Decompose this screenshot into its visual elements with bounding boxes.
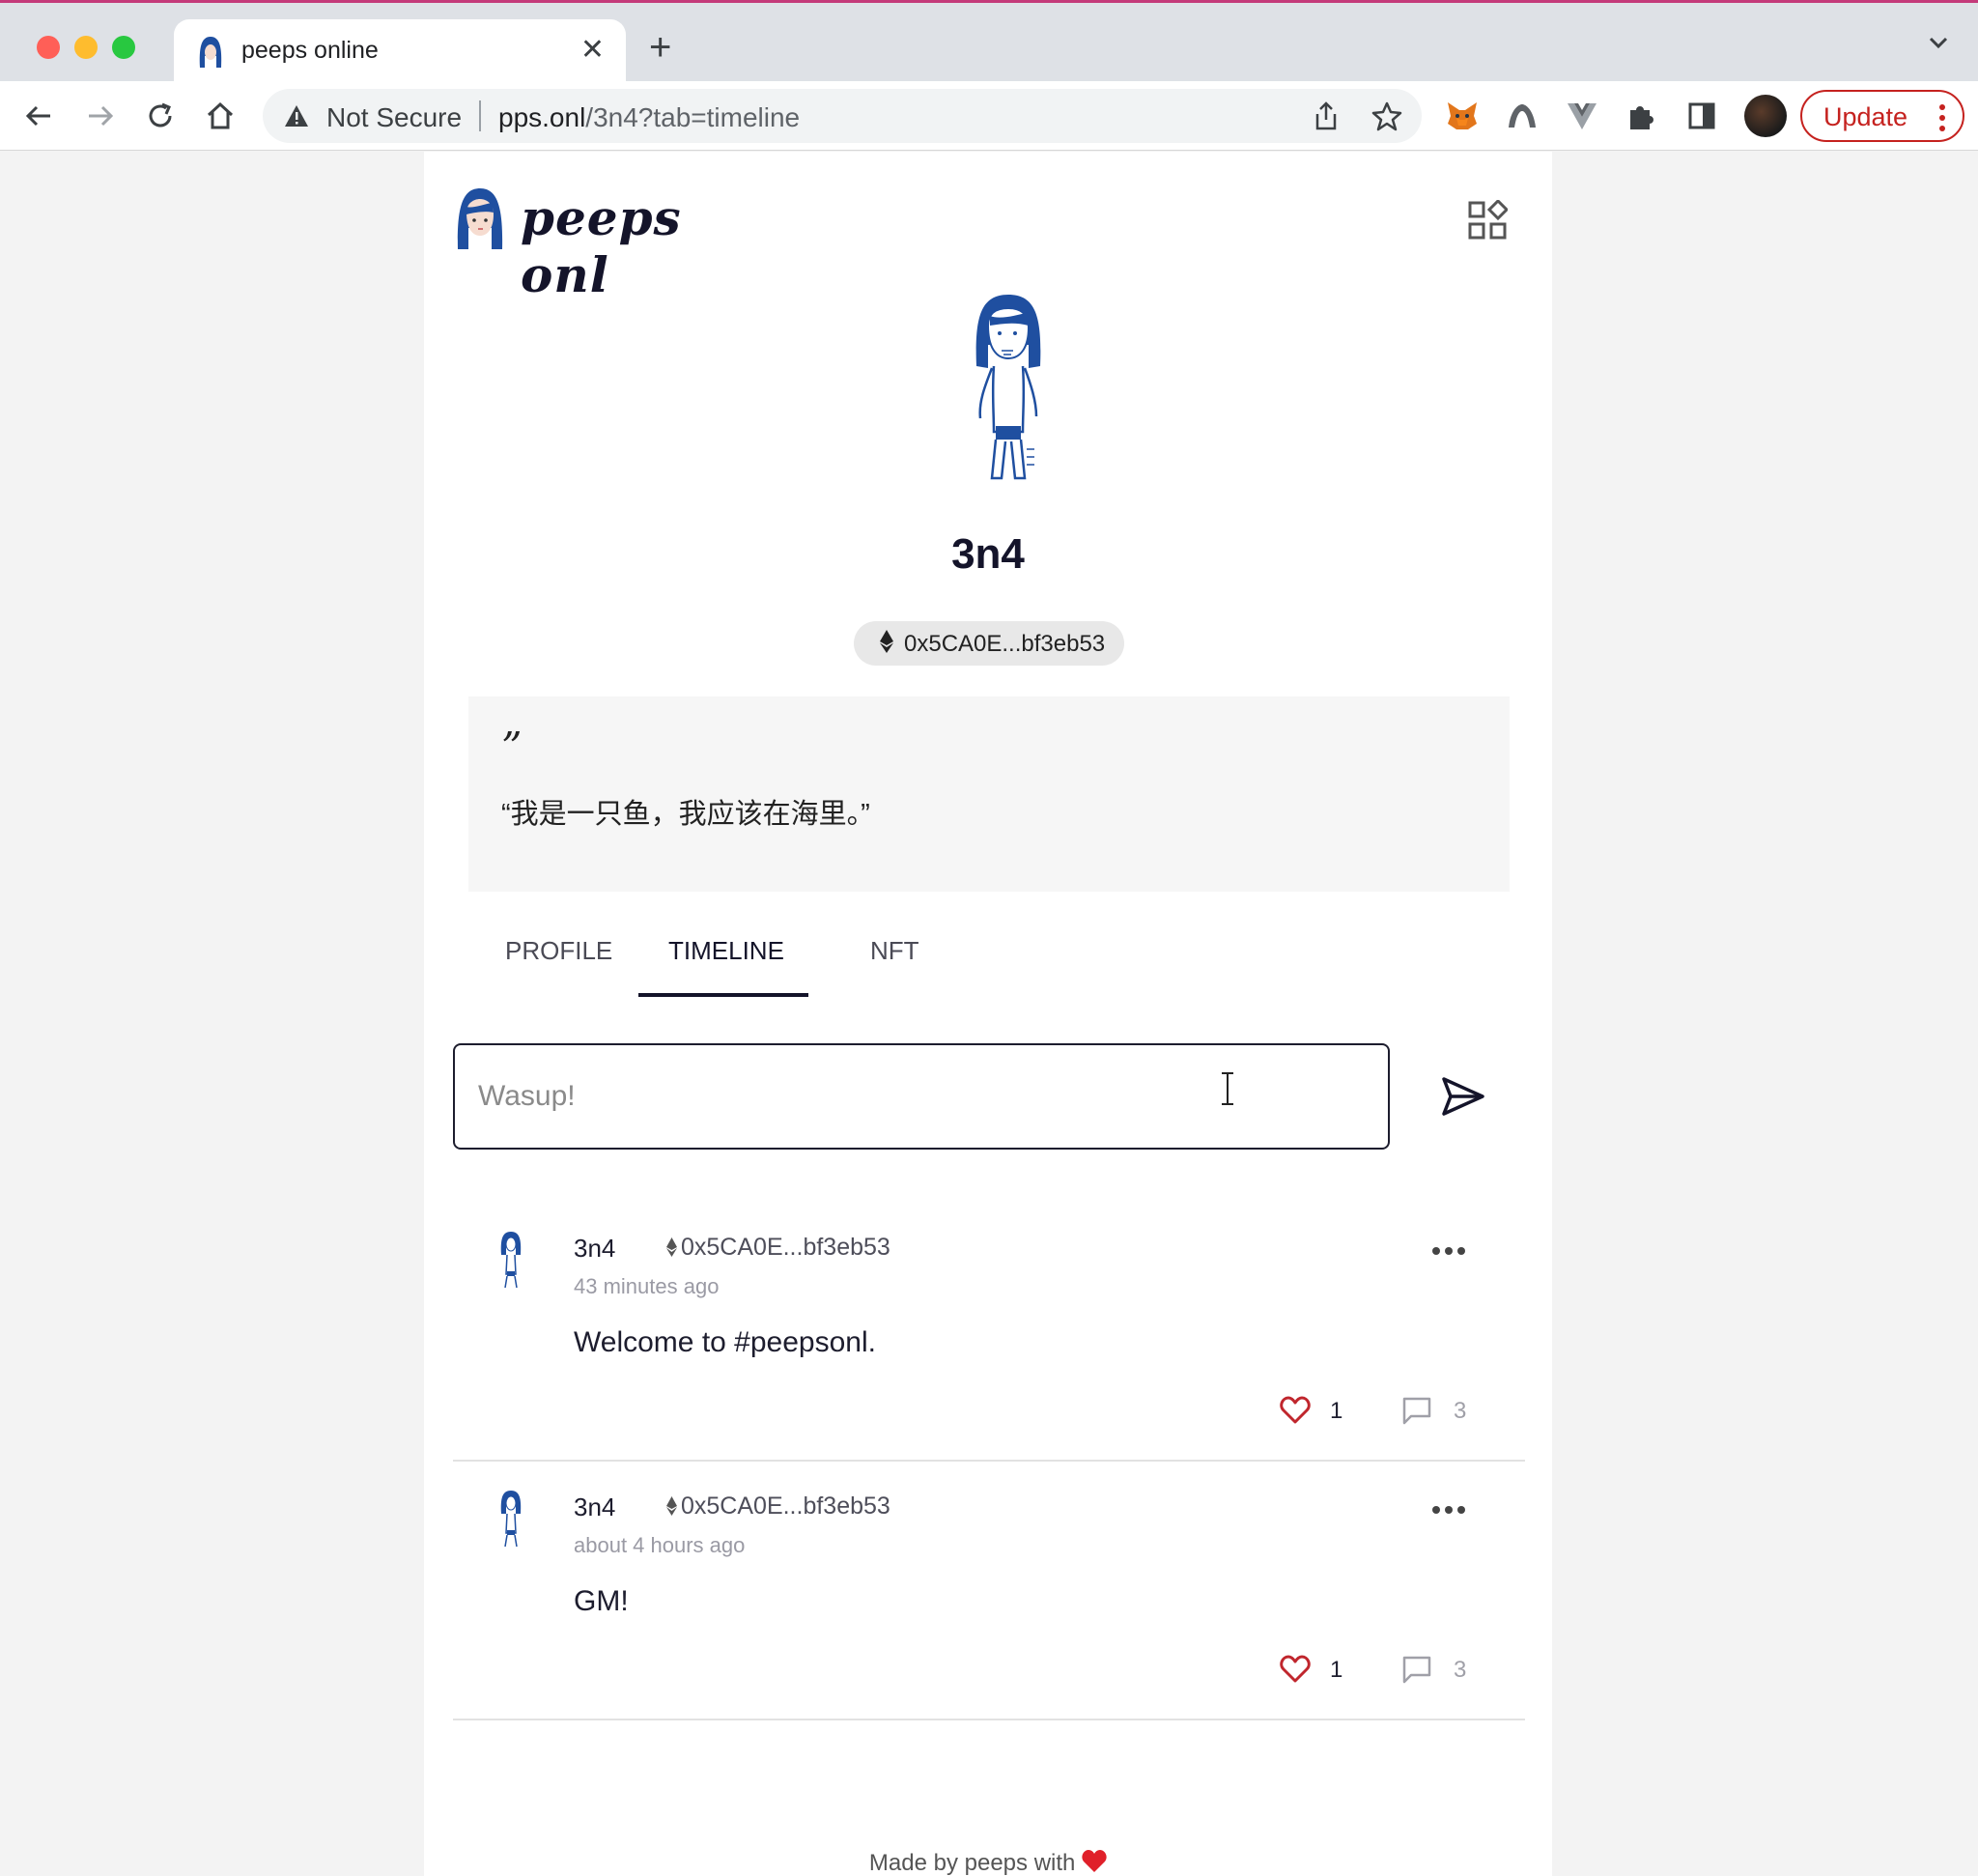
- ethereum-icon: [666, 1237, 677, 1257]
- heart-icon[interactable]: [1280, 1655, 1311, 1684]
- post-body-text: GM!: [574, 1585, 629, 1617]
- address-separator: [479, 100, 481, 131]
- timeline-post[interactable]: 3n4 0x5CA0E...bf3eb53 43 minutes ago Wel…: [453, 1203, 1525, 1462]
- comment-count: 3: [1454, 1657, 1467, 1683]
- browser-toolbar: Not Secure pps.onl/3n4?tab=timeline Upda…: [0, 81, 1978, 151]
- post-author-avatar[interactable]: [497, 1489, 524, 1549]
- tab-timeline[interactable]: TIMELINE: [668, 936, 784, 966]
- like-count: 1: [1330, 1398, 1343, 1424]
- tab-title: peeps online: [241, 37, 379, 64]
- window-minimize-button[interactable]: [74, 36, 98, 59]
- ethereum-icon: [666, 1496, 677, 1516]
- post-author-avatar[interactable]: [497, 1230, 524, 1290]
- profile-avatar-illustration: [975, 295, 1041, 480]
- extensions-puzzle-icon[interactable]: [1625, 99, 1659, 133]
- post-composer: [453, 1043, 1390, 1150]
- window-maximize-button[interactable]: [112, 36, 135, 59]
- post-timestamp: about 4 hours ago: [574, 1533, 746, 1557]
- more-vertical-icon[interactable]: [1939, 103, 1945, 132]
- send-icon[interactable]: [1441, 1076, 1485, 1117]
- red-heart-icon: [1082, 1850, 1107, 1872]
- browser-profile-avatar[interactable]: [1744, 95, 1787, 137]
- window-close-button[interactable]: [37, 36, 60, 59]
- peeps-favicon-icon: [199, 37, 222, 68]
- comment-count: 3: [1454, 1398, 1467, 1424]
- back-arrow-icon[interactable]: [21, 99, 56, 133]
- site-logo-text: peeps onl: [521, 189, 682, 303]
- post-author-address[interactable]: 0x5CA0E...bf3eb53: [681, 1234, 890, 1262]
- wallet-address-text: 0x5CA0E...bf3eb53: [904, 631, 1106, 657]
- page-footer: Made by peeps with: [424, 1850, 1552, 1876]
- ethereum-icon: [880, 630, 893, 653]
- peeps-logo-icon: [457, 188, 503, 249]
- profile-bio-text: “我是一只鱼，我应该在海里。”: [501, 799, 870, 830]
- comment-icon[interactable]: [1401, 1655, 1432, 1684]
- address-bar[interactable]: Not Secure pps.onl/3n4?tab=timeline: [263, 89, 1422, 143]
- forward-arrow-icon[interactable]: [83, 99, 118, 133]
- home-icon[interactable]: [203, 99, 238, 133]
- quote-mark-icon: ”: [501, 724, 523, 771]
- tab-close-icon[interactable]: ✕: [580, 33, 605, 67]
- footer-text: Made by peeps with: [868, 1850, 1076, 1876]
- side-panel-icon[interactable]: [1684, 99, 1719, 133]
- text-cursor-icon: [1222, 1072, 1233, 1105]
- post-timestamp: 43 minutes ago: [574, 1274, 720, 1298]
- wallet-address-chip[interactable]: 0x5CA0E...bf3eb53: [854, 621, 1124, 666]
- tab-nft[interactable]: NFT: [870, 936, 919, 966]
- site-logo[interactable]: peeps onl: [453, 185, 743, 303]
- url-host: pps.onl: [498, 102, 586, 132]
- like-count: 1: [1330, 1657, 1343, 1683]
- tab-profile[interactable]: PROFILE: [505, 936, 612, 966]
- browser-tab-strip: peeps online ✕ +: [0, 0, 1978, 84]
- warning-triangle-icon[interactable]: [284, 103, 309, 128]
- browser-tab-active[interactable]: peeps online ✕: [174, 19, 626, 84]
- post-author-address[interactable]: 0x5CA0E...bf3eb53: [681, 1492, 890, 1521]
- active-tab-indicator: [638, 993, 808, 997]
- url-text[interactable]: pps.onl/3n4?tab=timeline: [498, 102, 800, 133]
- post-body-text: Welcome to #peepsonl.: [574, 1326, 876, 1358]
- more-horizontal-icon[interactable]: [1431, 1246, 1466, 1256]
- qr-grid-icon[interactable]: [1467, 200, 1508, 241]
- vue-devtools-icon[interactable]: [1565, 99, 1599, 133]
- comment-icon[interactable]: [1401, 1396, 1432, 1425]
- arc-extension-icon[interactable]: [1505, 99, 1540, 133]
- heart-icon[interactable]: [1280, 1396, 1311, 1425]
- metamask-fox-icon[interactable]: [1445, 99, 1480, 133]
- post-author-name[interactable]: 3n4: [574, 1234, 615, 1264]
- update-button[interactable]: Update: [1800, 90, 1964, 142]
- post-author-name[interactable]: 3n4: [574, 1492, 615, 1522]
- update-button-label: Update: [1823, 102, 1908, 131]
- timeline-post[interactable]: 3n4 0x5CA0E...bf3eb53 about 4 hours ago …: [453, 1462, 1525, 1720]
- reload-icon[interactable]: [143, 99, 178, 133]
- not-secure-label[interactable]: Not Secure: [326, 102, 462, 133]
- bookmark-star-icon[interactable]: [1371, 100, 1402, 131]
- profile-username: 3n4: [951, 530, 1025, 578]
- share-icon[interactable]: [1312, 100, 1341, 131]
- profile-bio-card: ” “我是一只鱼，我应该在海里。”: [468, 696, 1510, 892]
- url-path: /3n4?tab=timeline: [585, 102, 801, 132]
- page-content: peeps onl 3n4 0x5CA0E...bf3eb53 ” “我是一只鱼…: [424, 152, 1552, 1876]
- more-horizontal-icon[interactable]: [1431, 1505, 1466, 1515]
- tab-search-chevron-icon[interactable]: [1924, 28, 1953, 57]
- new-tab-icon[interactable]: +: [649, 26, 671, 70]
- post-input[interactable]: [478, 1072, 1347, 1121]
